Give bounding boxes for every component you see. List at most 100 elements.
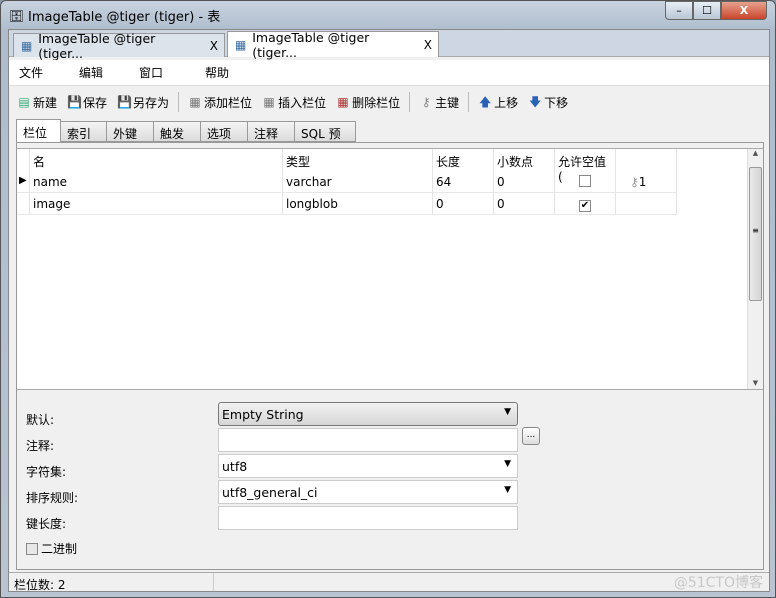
column-header-decimals[interactable]: 小数点 [494,149,555,171]
field-decimals[interactable]: 0 [494,171,555,193]
key-icon: ⚷ [421,95,431,109]
tab-triggers[interactable]: 触发器 [153,121,201,158]
field-type[interactable]: varchar [283,171,433,193]
add-field-button[interactable]: ▦ 添加栏位 [184,94,256,111]
column-header-key[interactable] [616,149,677,171]
minimize-button[interactable]: – [665,1,693,20]
separator [409,92,411,112]
window-title: ImageTable @tiger (tiger) - 表 [28,10,221,25]
doc-tab-label: ImageTable @tiger (tiger... [38,30,156,61]
fields-panel: 名 类型 长度 小数点 允许空值 ( ▶ name varchar 64 0 ⚷… [16,142,764,570]
comment-edit-button[interactable]: ... [522,427,540,445]
tab-indexes[interactable]: 索引 [60,121,107,142]
maximize-button[interactable]: ☐ [693,1,721,20]
table-row[interactable]: image longblob 0 0 ✔ [17,193,677,215]
field-decimals[interactable]: 0 [494,193,555,215]
delete-field-icon: ▦ [337,95,349,109]
charset-value: utf8 [222,459,248,474]
row-indicator-header [17,149,30,171]
column-header-nullable[interactable]: 允许空值 ( [555,149,616,184]
field-length[interactable]: 64 [433,171,494,193]
key-icon: ⚷ [630,175,639,189]
comment-input[interactable] [218,428,518,452]
column-header-length[interactable]: 长度 [433,149,494,171]
key-length-label: 键长度: [26,517,67,531]
add-field-icon: ▦ [189,95,201,109]
insert-field-button[interactable]: ▦ 插入栏位 [258,94,330,111]
save-as-button[interactable]: 💾 另存为 [113,94,173,111]
key-cell[interactable]: ⚷1 [616,171,677,193]
default-value: Empty String [222,407,304,422]
tab-fields[interactable]: 栏位 [16,119,61,142]
new-button[interactable]: ▤ 新建 [13,94,61,111]
fields-grid: 名 类型 长度 小数点 允许空值 ( ▶ name varchar 64 0 ⚷… [17,148,763,390]
delete-field-button[interactable]: ▦ 删除栏位 [332,94,404,111]
tab-sql-preview[interactable]: SQL 预览 [294,121,356,158]
collation-value: utf8_general_ci [222,485,318,500]
doc-tab-label: ImageTable @tiger (tiger... [252,29,370,60]
label: 插入栏位 [278,95,327,110]
vertical-scrollbar[interactable]: ▲ ≡ ▼ [747,149,763,389]
row-pointer-icon: ▶ [17,171,30,193]
label: 添加栏位 [204,95,253,110]
label: 另存为 [133,95,170,110]
separator [178,92,180,112]
field-name[interactable]: name [30,171,283,193]
toolbar: ▤ 新建 💾 保存 💾 另存为 ▦ 添加栏位 ▦ 插入栏位 ▦ 删除栏位 ⚷ 主键 🡅 上移 🡇… [9,89,769,115]
dropdown-arrow-icon: ▼ [504,407,511,417]
menu-file[interactable]: 文件 [9,64,55,81]
doc-tab-2[interactable]: ▦ ImageTable @tiger (tiger... X [227,29,439,60]
doc-tab-1[interactable]: ▦ ImageTable @tiger (tiger... X [13,31,225,61]
table-row[interactable]: ▶ name varchar 64 0 ⚷1 [17,171,677,193]
document-tabs: ▦ ImageTable @tiger (tiger... X ▦ ImageT… [9,29,769,61]
close-button[interactable]: X [721,1,767,20]
default-select[interactable]: Empty String ▼ [218,402,518,426]
scroll-thumb[interactable]: ≡ [749,167,762,301]
column-header-name[interactable]: 名 [30,149,283,171]
inner-tabs: 栏位 索引 外键 触发器 选项 注释 SQL 预览 [16,119,356,158]
binary-checkbox[interactable] [26,542,38,555]
close-tab-icon[interactable]: X [424,38,432,52]
tab-foreign-keys[interactable]: 外键 [106,121,154,142]
tab-comment[interactable]: 注释 [247,121,295,142]
default-label: 默认: [26,413,55,427]
move-up-button[interactable]: 🡅 上移 [474,94,522,111]
scroll-up-icon[interactable]: ▲ [748,149,763,157]
primary-key-button[interactable]: ⚷ 主键 [415,94,463,111]
menu-window[interactable]: 窗口 [129,64,175,81]
new-icon: ▤ [18,95,30,109]
key-cell[interactable] [616,193,677,215]
insert-field-icon: ▦ [263,95,275,109]
title-bar: 🗄 ImageTable @tiger (tiger) - 表 [9,6,221,26]
tab-options[interactable]: 选项 [200,121,248,142]
binary-label: 二进制 [41,542,78,556]
menu-bar: 文件 编辑 窗口 帮助 [9,60,769,86]
watermark: @51CTO博客 [673,575,763,591]
key-length-input[interactable] [218,506,518,530]
label: 下移 [544,95,569,110]
nullable-checkbox[interactable]: ✔ [579,200,591,212]
label: 删除栏位 [352,95,401,110]
move-down-button[interactable]: 🡇 下移 [524,94,572,111]
menu-help[interactable]: 帮助 [195,64,241,81]
table-edit-icon: ▦ [234,37,247,52]
dropdown-arrow-icon: ▼ [504,459,511,469]
separator [468,92,470,112]
save-as-icon: 💾 [117,95,132,109]
scroll-down-icon[interactable]: ▼ [748,379,763,387]
field-length[interactable]: 0 [433,193,494,215]
nullable-checkbox[interactable] [579,175,591,187]
menu-edit[interactable]: 编辑 [69,64,115,81]
save-button[interactable]: 💾 保存 [63,94,111,111]
charset-select[interactable]: utf8 ▼ [218,454,518,478]
field-type[interactable]: longblob [283,193,433,215]
dropdown-arrow-icon: ▼ [504,485,511,495]
collation-select[interactable]: utf8_general_ci ▼ [218,480,518,504]
binary-option[interactable]: 二进制 [26,540,77,557]
field-name[interactable]: image [30,193,283,215]
column-header-type[interactable]: 类型 [283,149,433,171]
close-tab-icon[interactable]: X [210,39,218,53]
table-icon: ▦ [20,38,33,53]
collation-label: 排序规则: [26,491,79,505]
window: 🗄 ImageTable @tiger (tiger) - 表 – ☐ X ▦ … [0,0,776,598]
